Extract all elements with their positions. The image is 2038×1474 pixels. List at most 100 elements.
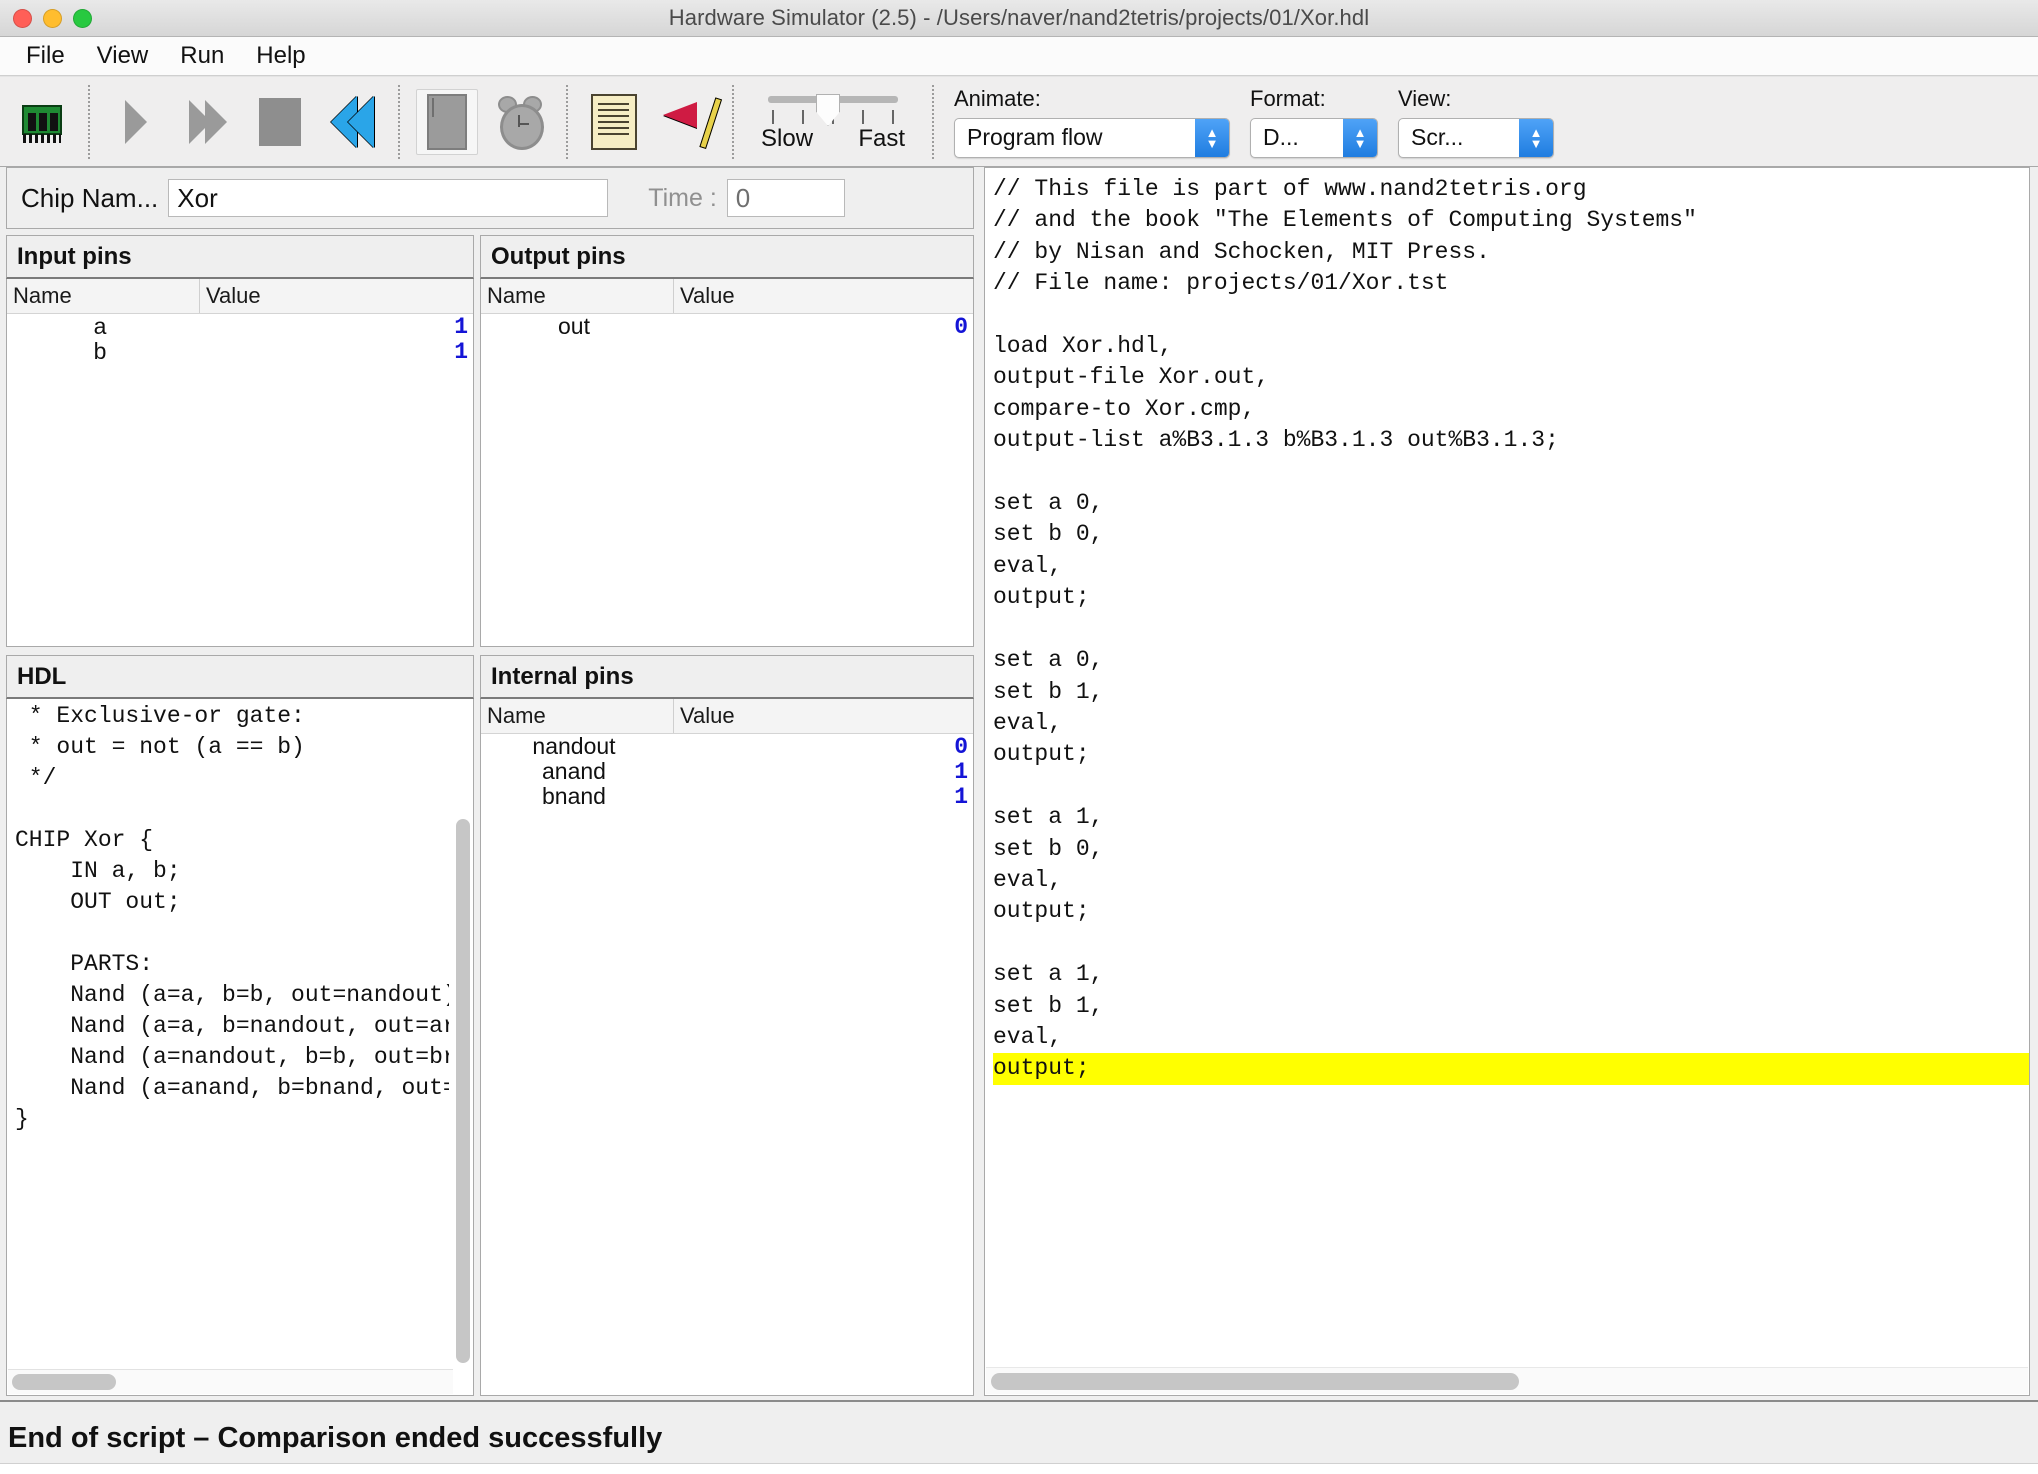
format-select-value: D... (1263, 124, 1299, 150)
menu-run[interactable]: Run (164, 40, 240, 72)
stop-button[interactable] (250, 90, 310, 154)
chip-name-bar: Chip Nam... Xor Time : 0 (6, 167, 974, 229)
format-select[interactable]: D... ▲ ▼ (1250, 117, 1378, 158)
toolbar-divider (88, 84, 90, 159)
hdl-body[interactable]: * Exclusive-or gate: * out = not (a == b… (6, 699, 474, 1396)
pin-value: 0 (954, 313, 968, 340)
input-pins-table[interactable]: Name Value a 1 b 1 (6, 279, 474, 647)
animate-select-value: Program flow (967, 124, 1103, 150)
internal-pins-panel: Internal pins Name Value nandout 0 anand… (480, 655, 974, 1396)
menu-help[interactable]: Help (240, 40, 321, 72)
window-title: Hardware Simulator (2.5) - /Users/naver/… (668, 5, 1370, 30)
script-icon (591, 93, 637, 150)
animate-label: Animate: (954, 85, 1041, 111)
input-pins-title: Input pins (6, 235, 474, 279)
speed-fast-label: Fast (858, 125, 905, 152)
menu-view[interactable]: View (81, 40, 165, 72)
animate-group: Animate: Program flow ▲ ▼ (944, 86, 1240, 158)
hdl-horizontal-scrollbar[interactable] (8, 1369, 453, 1394)
chevron-updown-icon: ▲ ▼ (1343, 118, 1377, 157)
compare-flag-icon (662, 96, 723, 149)
pin-value: 1 (954, 783, 968, 810)
compare-button[interactable] (656, 90, 723, 154)
table-row[interactable]: out 0 (481, 313, 973, 340)
menu-file[interactable]: File (10, 40, 81, 72)
format-label: Format: (1250, 85, 1326, 111)
run-button[interactable] (178, 90, 238, 154)
pin-value[interactable]: 1 (193, 314, 473, 340)
toolbar-divider (732, 84, 734, 159)
time-input[interactable]: 0 (726, 179, 845, 217)
format-group: Format: D... ▲ ▼ (1240, 86, 1388, 158)
view-select[interactable]: Scr... ▲ ▼ (1398, 117, 1554, 158)
main-content: Chip Nam... Xor Time : 0 Input pins Name… (0, 167, 2038, 1400)
chevron-updown-icon: ▲ ▼ (1519, 118, 1553, 157)
input-pins-panel: Input pins Name Value a 1 b 1 (6, 235, 474, 647)
single-step-button[interactable] (106, 90, 166, 154)
pin-name: out (558, 313, 590, 339)
status-bar: End of script – Comparison ended success… (0, 1400, 2038, 1474)
left-column: Chip Nam... Xor Time : 0 Input pins Name… (6, 167, 974, 1400)
stop-icon (259, 97, 301, 146)
toolbar-divider (398, 84, 400, 159)
pin-value[interactable]: 1 (193, 339, 473, 365)
chip-name-input[interactable]: Xor (168, 179, 609, 217)
lower-row: HDL * Exclusive-or gate: * out = not (a … (6, 655, 974, 1396)
table-row[interactable]: a 1 (7, 313, 473, 340)
status-bottom-strip (0, 1463, 2038, 1474)
single-step-icon (125, 99, 147, 144)
menubar: File View Run Help (0, 37, 2038, 76)
run-icon (189, 99, 227, 144)
pin-name: nandout (532, 733, 616, 759)
clock-button[interactable] (490, 90, 550, 154)
pin-name: anand (542, 758, 606, 784)
internal-pins-title: Internal pins (480, 655, 974, 699)
load-chip-button[interactable] (12, 90, 72, 154)
hdl-code: * Exclusive-or gate: * out = not (a == b… (15, 703, 449, 1132)
chevron-updown-icon: ▲ ▼ (1195, 118, 1229, 157)
window-titlebar: Hardware Simulator (2.5) - /Users/naver/… (0, 0, 2038, 37)
chip-name-label: Chip Nam... (21, 182, 159, 213)
pin-value: 1 (954, 758, 968, 785)
speed-slider[interactable]: Slow Fast (744, 90, 922, 153)
hdl-vertical-scrollbar[interactable] (456, 819, 470, 1363)
script-button[interactable] (584, 90, 644, 154)
internal-pins-header: Name Value (481, 699, 973, 734)
table-row[interactable]: b 1 (7, 338, 473, 365)
column-header-value: Value (680, 703, 735, 728)
toolbar: Slow Fast Animate: Program flow ▲ ▼ Forma… (0, 76, 2038, 168)
script-panel[interactable]: // This file is part of www.nand2tetris.… (984, 167, 2030, 1396)
column-header-name: Name (7, 279, 200, 313)
input-pins-header: Name Value (7, 279, 473, 314)
hdl-title: HDL (6, 655, 474, 699)
toolbar-divider (566, 84, 568, 159)
script-code: // This file is part of www.nand2tetris.… (993, 174, 2029, 1361)
output-pins-panel: Output pins Name Value out 0 (480, 235, 974, 647)
speed-slow-label: Slow (761, 125, 814, 152)
column-header-name: Name (481, 699, 674, 733)
table-row[interactable]: nandout 0 (481, 733, 973, 760)
hdl-panel: HDL * Exclusive-or gate: * out = not (a … (6, 655, 474, 1396)
table-row[interactable]: bnand 1 (481, 783, 973, 810)
script-lines: // This file is part of www.nand2tetris.… (993, 176, 1697, 1050)
pin-name: b (93, 338, 107, 364)
internal-pins-table[interactable]: Name Value nandout 0 anand 1 bnand 1 (480, 699, 974, 1396)
script-horizontal-scroll-thumb[interactable] (991, 1373, 1519, 1390)
column-header-value: Value (206, 283, 261, 308)
hdl-vertical-scroll-thumb[interactable] (456, 819, 470, 1363)
toolbar-divider (932, 84, 934, 159)
rewind-button[interactable] (322, 90, 382, 154)
right-column: // This file is part of www.nand2tetris.… (984, 167, 2030, 1400)
status-message: End of script – Comparison ended success… (8, 1421, 663, 1454)
table-row[interactable]: anand 1 (481, 758, 973, 785)
animate-select[interactable]: Program flow ▲ ▼ (954, 117, 1230, 158)
view-select-value: Scr... (1411, 124, 1464, 150)
output-pins-title: Output pins (480, 235, 974, 279)
rewind-icon (330, 95, 374, 148)
output-pins-table[interactable]: Name Value out 0 (480, 279, 974, 647)
script-horizontal-scrollbar[interactable] (986, 1367, 2028, 1394)
time-label: Time : (648, 183, 717, 212)
view-label: View: (1398, 85, 1452, 111)
calculator-button[interactable] (416, 88, 478, 155)
hdl-horizontal-scroll-thumb[interactable] (12, 1374, 116, 1390)
